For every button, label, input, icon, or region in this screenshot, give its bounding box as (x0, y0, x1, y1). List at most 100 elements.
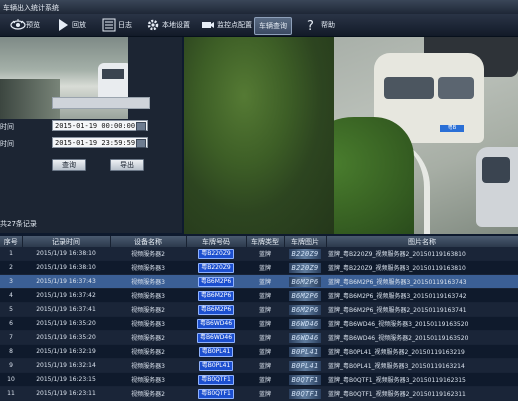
plate-number-cell: 粤B6WD46 (186, 316, 246, 331)
parked-car (476, 147, 518, 227)
toolbar-local-settings-button[interactable]: 本地设置 (146, 17, 190, 33)
record-time: 2015/1/19 16:32:19 (22, 344, 110, 359)
toolbar-log-button[interactable]: 日志 (102, 17, 132, 33)
row-number: 5 (0, 302, 22, 317)
table-row[interactable]: 10 2015/1/19 16:23:15 视频服务器3 粤B0QTF1 蓝牌 B0QTF… (0, 372, 518, 387)
plate-number-cell: 粤B0PL41 (186, 344, 246, 359)
plate-image: B0QTF1 (289, 374, 321, 385)
table-row[interactable]: 9 2015/1/19 16:32:14 视频服务器3 粤B0PL41 蓝牌 B0PL41… (0, 358, 518, 373)
plate-type: 蓝牌 (246, 330, 284, 345)
calendar-icon[interactable] (136, 139, 146, 148)
toolbar-vehicle-query-tab[interactable]: 车辆查询 (254, 17, 292, 35)
device-name: 视频服务器2 (110, 330, 186, 345)
end-time-field[interactable]: 2015-01-19 23:59:59 (52, 137, 148, 148)
start-time-value: 2015-01-19 00:00:00 (55, 122, 136, 130)
device-name: 视频服务器3 (110, 358, 186, 373)
device-name: 视频服务器2 (110, 386, 186, 401)
plate-number: 粤B220Z9 (198, 262, 234, 273)
image-name: 蓝牌_粤B0QTF1_视频服务器2_20150119162311 (326, 386, 518, 401)
gear-icon (146, 18, 160, 32)
row-number: 6 (0, 316, 22, 331)
plate-image: B0PL41 (289, 360, 321, 371)
toolbar-vehicle-query-label: 车辆查询 (259, 22, 287, 30)
help-icon: ? (305, 18, 319, 34)
column-header[interactable]: 设备名称 (110, 236, 187, 247)
device-name: 视频服务器2 (110, 302, 186, 317)
plate-number: 粤B6M2P6 (197, 304, 235, 315)
toolbar-playback-button[interactable]: 回放 (56, 17, 86, 33)
plate-image: B220Z9 (289, 262, 321, 273)
record-time: 2015/1/19 16:35:20 (22, 330, 110, 345)
plate-image: B6WD46 (289, 332, 321, 343)
row-number: 8 (0, 344, 22, 359)
end-time-label: 时间 (0, 140, 14, 148)
plate-type: 蓝牌 (246, 344, 284, 359)
image-name: 蓝牌_粤B220Z9_视频服务器2_20150119163810 (326, 247, 518, 261)
image-name: 蓝牌_粤B6M2P6_视频服务器3_20150119163742 (326, 288, 518, 303)
column-header[interactable]: 序号 (0, 236, 23, 247)
record-count: 共27条记录 (0, 220, 37, 228)
image-name: 蓝牌_粤B6WD46_视频服务器3_20150119163520 (326, 316, 518, 331)
query-button[interactable]: 查询 (52, 159, 86, 171)
toolbar-help-button[interactable]: ? 帮助 (305, 17, 335, 34)
column-header[interactable]: 图片名称 (326, 236, 518, 247)
record-time: 2015/1/19 16:35:20 (22, 316, 110, 331)
plate-image-cell: B6WD46 (284, 330, 326, 345)
plate-image-cell: B220Z9 (284, 260, 326, 275)
plate-number-cell: 粤B6M2P6 (186, 302, 246, 317)
calendar-icon[interactable] (136, 122, 146, 131)
toolbar-preview-label: 预览 (26, 21, 40, 29)
image-name: 蓝牌_粤B6WD46_视频服务器2_20150119163520 (326, 330, 518, 345)
device-name: 视频服务器3 (110, 372, 186, 387)
table-row[interactable]: 8 2015/1/19 16:32:19 视频服务器2 粤B0PL41 蓝牌 B0PL41… (0, 344, 518, 359)
table-header: 序号 记录时间 设备名称 车牌号码 车牌类型 车牌图片 图片名称 (0, 236, 518, 247)
plate-type: 蓝牌 (246, 358, 284, 373)
export-button[interactable]: 导出 (110, 159, 144, 171)
table-row[interactable]: 2 2015/1/19 16:38:10 视频服务器3 粤B220Z9 蓝牌 B220Z9… (0, 260, 518, 275)
device-name: 视频服务器3 (110, 260, 186, 275)
title-bar: 车辆出入统计系统 (0, 0, 518, 15)
plate-image-cell: B0QTF1 (284, 386, 326, 401)
van-plate: 粤B (440, 125, 464, 132)
table-row[interactable]: 3 2015/1/19 16:37:43 视频服务器3 粤B6M2P6 蓝牌 B6M2P6… (0, 274, 518, 289)
plate-number: 粤B6WD46 (196, 332, 236, 343)
row-number: 2 (0, 260, 22, 275)
toolbar-help-label: 帮助 (321, 21, 335, 29)
table-row[interactable]: 1 2015/1/19 16:38:10 视频服务器2 粤B220Z9 蓝牌 B220Z9… (0, 247, 518, 261)
plate-image-cell: B6M2P6 (284, 302, 326, 317)
plate-number: 粤B6M2P6 (197, 276, 235, 287)
plate-number: 粤B6M2P6 (197, 290, 235, 301)
plate-number-cell: 粤B0QTF1 (186, 386, 246, 401)
camera-snapshot: 粤B (184, 37, 518, 234)
column-header[interactable]: 车牌图片 (284, 236, 327, 247)
plate-number: 粤B6WD46 (196, 318, 236, 329)
plate-number: 粤B0PL41 (198, 346, 234, 357)
image-name: 蓝牌_粤B0PL41_视频服务器2_20150119163219 (326, 344, 518, 359)
plate-image: B220Z9 (289, 248, 321, 259)
column-header[interactable]: 车牌号码 (186, 236, 247, 247)
image-name: 蓝牌_粤B6M2P6_视频服务器2_20150119163741 (326, 302, 518, 317)
table-row[interactable]: 11 2015/1/19 16:23:11 视频服务器2 粤B0QTF1 蓝牌 B0QTF… (0, 386, 518, 401)
column-header[interactable]: 车牌类型 (246, 236, 285, 247)
start-time-label: 时间 (0, 123, 14, 131)
row-number: 11 (0, 386, 22, 401)
plate-image-cell: B0PL41 (284, 358, 326, 373)
plate-number: 粤B220Z9 (198, 248, 234, 259)
table-row[interactable]: 4 2015/1/19 16:37:42 视频服务器3 粤B6M2P6 蓝牌 B6M2P6… (0, 288, 518, 303)
record-time: 2015/1/19 16:23:15 (22, 372, 110, 387)
record-time: 2015/1/19 16:38:10 (22, 260, 110, 275)
toolbar-monitor-config-button[interactable]: 监控点配置 (201, 17, 252, 33)
record-time: 2015/1/19 16:37:43 (22, 274, 110, 289)
plate-type: 蓝牌 (246, 302, 284, 317)
column-header[interactable]: 记录时间 (22, 236, 111, 247)
device-name: 视频服务器3 (110, 316, 186, 331)
image-name: 蓝牌_粤B0PL41_视频服务器3_20150119163214 (326, 358, 518, 373)
plate-preview-box (52, 97, 150, 109)
toolbar-preview-button[interactable]: 预览 (10, 17, 40, 33)
start-time-field[interactable]: 2015-01-19 00:00:00 (52, 120, 148, 131)
plate-image: B0PL41 (289, 346, 321, 357)
table-row[interactable]: 6 2015/1/19 16:35:20 视频服务器3 粤B6WD46 蓝牌 B6WD46… (0, 316, 518, 331)
table-row[interactable]: 5 2015/1/19 16:37:41 视频服务器2 粤B6M2P6 蓝牌 B6M2P6… (0, 302, 518, 317)
table-row[interactable]: 7 2015/1/19 16:35:20 视频服务器2 粤B6WD46 蓝牌 B6WD46… (0, 330, 518, 345)
toolbar-monitor-config-label: 监控点配置 (217, 21, 252, 29)
